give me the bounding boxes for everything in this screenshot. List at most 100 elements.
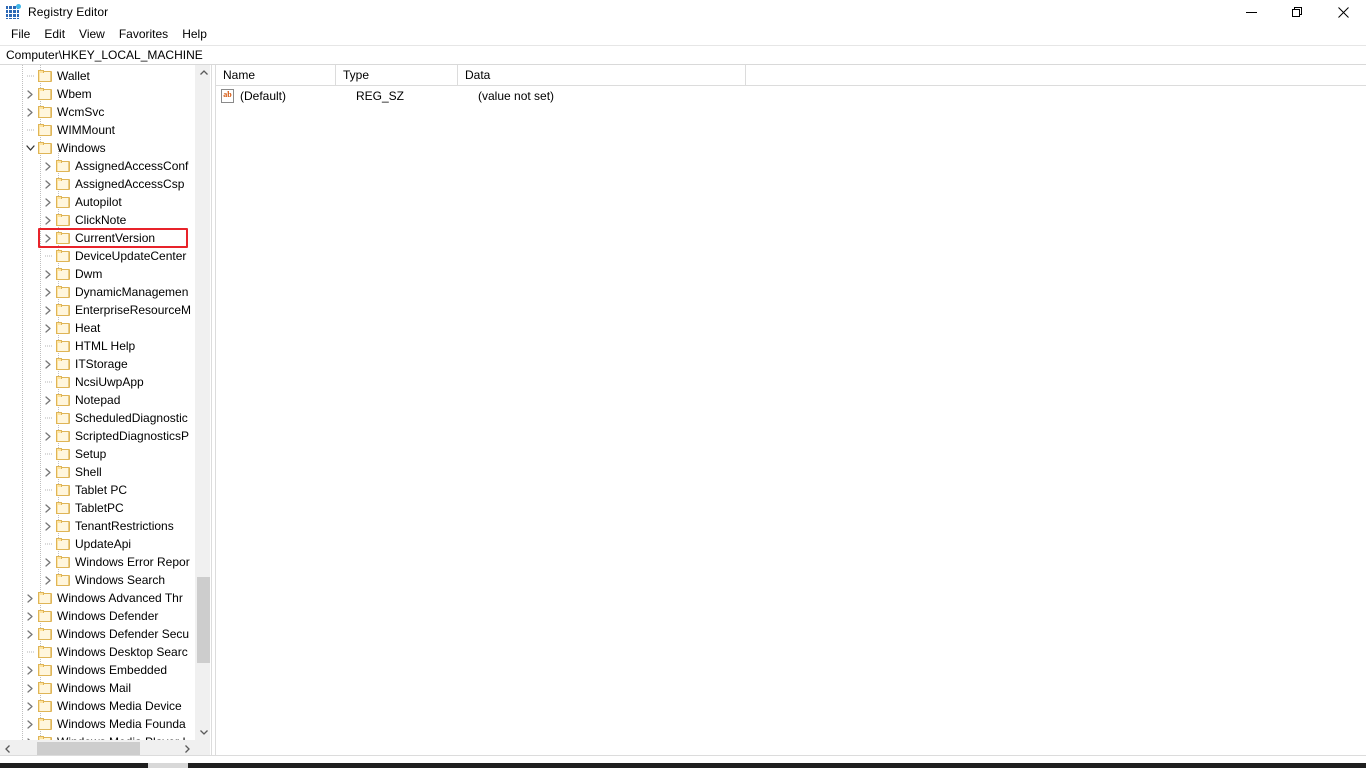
menu-edit[interactable]: Edit [37,25,72,45]
tree-item-windows-mail[interactable]: Windows Mail [0,679,196,697]
tree-item-windows-defender[interactable]: Windows Defender [0,607,196,625]
tree-item-scripteddiagnosticsp[interactable]: ScriptedDiagnosticsP [0,427,196,445]
tree-item-autopilot[interactable]: Autopilot [0,193,196,211]
tree-item-dwm[interactable]: Dwm [0,265,196,283]
tree-item-wcmsvc[interactable]: WcmSvc [0,103,196,121]
chevron-right-icon[interactable] [40,193,56,211]
tree-item-ncsiuwpapp[interactable]: NcsiUwpApp [0,373,196,391]
tree-item-wbem[interactable]: Wbem [0,85,196,103]
tree-horizontal-scrollbar[interactable] [0,740,210,756]
tree-item-html-help[interactable]: HTML Help [0,337,196,355]
chevron-right-icon[interactable] [40,355,56,373]
chevron-right-icon[interactable] [40,175,56,193]
chevron-right-icon[interactable] [40,157,56,175]
close-button[interactable] [1320,0,1366,24]
chevron-right-icon[interactable] [40,427,56,445]
tree-item-notepad[interactable]: Notepad [0,391,196,409]
tree-item-wimmount[interactable]: WIMMount [0,121,196,139]
tree-item-label: Shell [75,465,102,479]
menu-file[interactable]: File [4,25,37,45]
tree-item-windows-embedded[interactable]: Windows Embedded [0,661,196,679]
tree-item-dynamicmanagemen[interactable]: DynamicManagemen [0,283,196,301]
folder-icon [56,573,71,587]
tree-item-shell[interactable]: Shell [0,463,196,481]
tree-item-windows-error-repor[interactable]: Windows Error Repor [0,553,196,571]
column-header-type[interactable]: Type [336,65,458,85]
chevron-right-icon[interactable] [22,607,38,625]
menu-favorites[interactable]: Favorites [112,25,175,45]
tree-item-tenantrestrictions[interactable]: TenantRestrictions [0,517,196,535]
tree-item-windows-advanced-thr[interactable]: Windows Advanced Thr [0,589,196,607]
tree-item-windows-media-device[interactable]: Windows Media Device [0,697,196,715]
scroll-up-arrow[interactable] [196,65,210,80]
tree-item-deviceupdatecenter[interactable]: DeviceUpdateCenter [0,247,196,265]
tree-scroll-thumb[interactable] [197,577,210,663]
tree-item-heat[interactable]: Heat [0,319,196,337]
tree-item-tablet-pc[interactable]: Tablet PC [0,481,196,499]
tree-item-currentversion[interactable]: CurrentVersion [0,229,196,247]
chevron-right-icon[interactable] [22,715,38,733]
chevron-right-icon[interactable] [40,463,56,481]
chevron-down-icon[interactable] [22,139,38,157]
tree-item-windows[interactable]: Windows [0,139,196,157]
chevron-right-icon[interactable] [40,391,56,409]
tree-item-assignedaccessconf[interactable]: AssignedAccessConf [0,157,196,175]
values-list[interactable]: ab (Default) REG_SZ (value not set) [216,86,1366,755]
tree-item-wallet[interactable]: Wallet [0,67,196,85]
tree-item-label: Wallet [57,69,90,83]
maximize-button[interactable] [1274,0,1320,24]
chevron-right-icon[interactable] [40,229,56,247]
chevron-right-icon[interactable] [22,625,38,643]
chevron-right-icon[interactable] [40,319,56,337]
tree-item-windows-desktop-searc[interactable]: Windows Desktop Searc [0,643,196,661]
chevron-right-icon[interactable] [22,103,38,121]
chevron-right-icon[interactable] [40,571,56,589]
tree-hscroll-thumb[interactable] [37,742,140,755]
chevron-right-icon[interactable] [40,211,56,229]
tree-item-windows-search[interactable]: Windows Search [0,571,196,589]
address-bar[interactable]: Computer\HKEY_LOCAL_MACHINE [0,45,1366,65]
scroll-left-arrow[interactable] [0,741,15,756]
folder-icon [38,663,53,677]
chevron-right-icon[interactable] [22,679,38,697]
chevron-right-icon[interactable] [22,85,38,103]
table-row[interactable]: ab (Default) REG_SZ (value not set) [216,86,1366,106]
tree-item-label: Wbem [57,87,92,101]
tree-item-updateapi[interactable]: UpdateApi [0,535,196,553]
chevron-right-icon[interactable] [40,301,56,319]
menu-help[interactable]: Help [175,25,214,45]
scroll-right-arrow[interactable] [180,741,195,756]
chevron-right-icon[interactable] [22,661,38,679]
folder-icon [38,681,53,695]
minimize-button[interactable] [1228,0,1274,24]
chevron-right-icon[interactable] [22,697,38,715]
tree-item-itstorage[interactable]: ITStorage [0,355,196,373]
chevron-right-icon[interactable] [22,733,38,740]
column-header-name[interactable]: Name [216,65,336,85]
menu-view[interactable]: View [72,25,112,45]
tree-item-enterpriseresourcem[interactable]: EnterpriseResourceM [0,301,196,319]
chevron-right-icon[interactable] [40,553,56,571]
chevron-right-icon[interactable] [40,499,56,517]
scroll-down-arrow[interactable] [196,725,210,740]
tree-item-clicknote[interactable]: ClickNote [0,211,196,229]
editor-body: Wallet Wbem WcmSvc WIMMount Windows AssignedA… [0,65,1366,756]
tree-item-windows-media-player-i[interactable]: Windows Media Player I [0,733,196,740]
tree-item-setup[interactable]: Setup [0,445,196,463]
tree-item-windows-defender-secu[interactable]: Windows Defender Secu [0,625,196,643]
tree-item-assignedaccesscsp[interactable]: AssignedAccessCsp [0,175,196,193]
tree-item-windows-media-founda[interactable]: Windows Media Founda [0,715,196,733]
registry-tree[interactable]: Wallet Wbem WcmSvc WIMMount Windows AssignedA… [0,65,210,740]
column-header-data[interactable]: Data [458,65,746,85]
tree-item-label: WcmSvc [57,105,105,119]
chevron-right-icon[interactable] [40,283,56,301]
tree-item-scheduleddiagnostic[interactable]: ScheduledDiagnostic [0,409,196,427]
chevron-right-icon[interactable] [40,517,56,535]
tree-item-tabletpc[interactable]: TabletPC [0,499,196,517]
tree-leaf-marker [40,409,56,427]
chevron-right-icon[interactable] [22,589,38,607]
tree-item-label: ITStorage [75,357,128,371]
tree-vertical-scrollbar[interactable] [195,65,210,740]
chevron-right-icon[interactable] [40,265,56,283]
